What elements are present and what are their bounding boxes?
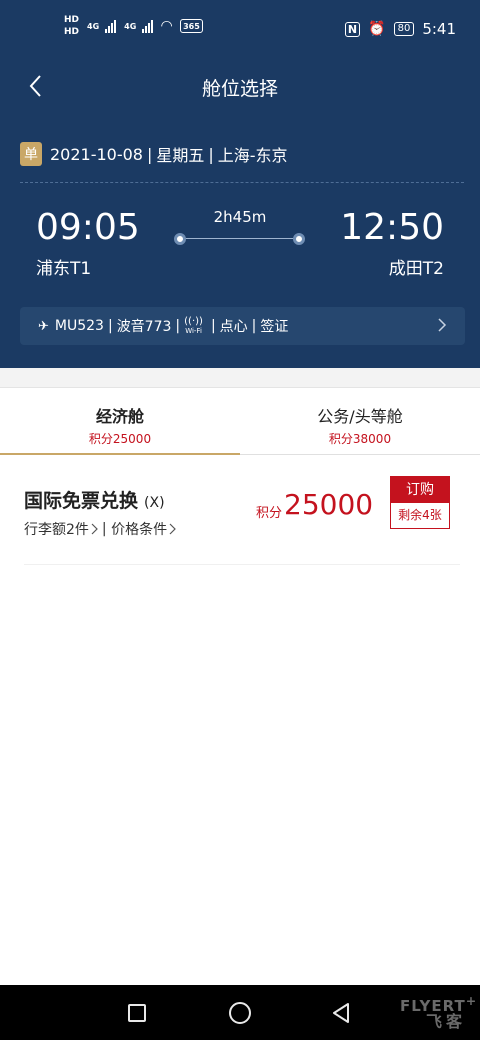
signal-icon (105, 19, 117, 33)
baggage-link[interactable]: 行李额2件 (24, 519, 89, 539)
flight-duration: 2h45m (213, 208, 267, 226)
separator: | (146, 144, 153, 164)
hd-label-1: HD (64, 15, 80, 25)
aircraft-type: 波音773 (116, 319, 172, 335)
flight-number: MU523 (54, 318, 104, 334)
home-button[interactable] (229, 1002, 251, 1024)
hd-label-2: HD (64, 27, 80, 37)
departure-terminal: 浦东T1 (36, 259, 92, 279)
book-button[interactable]: 订购 (391, 477, 449, 503)
separator: | (101, 521, 112, 537)
flight-info-bar[interactable]: ✈ MU523 | 波音773 | ((·)) Wi-Fi | 点心 | 签证 (20, 307, 465, 345)
wifi-service-icon: ((·)) Wi-Fi (184, 315, 203, 335)
tab-business-first[interactable]: 公务/头等舱 积分38000 (240, 389, 480, 455)
arrival-terminal: 成田T2 (388, 259, 444, 279)
meal-info: 点心 (219, 319, 248, 335)
points-value: 25000 (284, 488, 374, 521)
tab-economy-points: 积分25000 (88, 432, 152, 446)
separator: | (107, 318, 113, 334)
network-type-1: 4G (87, 21, 100, 31)
wifi-icon: ◠ (161, 18, 173, 34)
arrival-dot (293, 233, 305, 245)
tab-economy-label: 经济舱 (95, 407, 144, 426)
tab-economy[interactable]: 经济舱 积分25000 (0, 389, 240, 455)
cabin-tabs: 经济舱 积分25000 公务/头等舱 积分38000 (0, 389, 480, 455)
departure-time: 09:05 (36, 207, 140, 248)
status-left: HD HD 4G 4G ◠ 365 (64, 14, 203, 38)
watermark-line2: 飞客 (426, 1012, 467, 1031)
row-divider (24, 564, 460, 565)
price-conditions-link[interactable]: 价格条件 (111, 519, 167, 539)
fare-title: 国际免票兑换 (X) (24, 486, 165, 513)
status-right: N ⏰ 80 5:41 (344, 20, 456, 38)
visa-info: 签证 (260, 319, 289, 335)
page-title: 舱位选择 (201, 78, 278, 100)
remaining-seats: 剩余4张 (398, 508, 442, 522)
points-label: 积分 (256, 506, 283, 521)
flight-header: HD HD 4G 4G ◠ 365 N ⏰ 80 5:41 舱位选择 单 202… (0, 0, 480, 368)
tab-business-points: 积分38000 (328, 432, 392, 446)
separator: | (251, 318, 257, 334)
recents-button[interactable] (128, 1004, 146, 1022)
tab-business-label: 公务/头等舱 (317, 407, 403, 426)
arrival-time: 12:50 (340, 207, 444, 248)
flight-route: 上海-东京 (217, 146, 288, 165)
hd-indicator: HD HD (64, 14, 79, 38)
fare-links: 行李额2件 | 价格条件 (24, 519, 180, 539)
nfc-icon: N (344, 21, 361, 37)
clock: 5:41 (422, 20, 456, 38)
nav-bar-top: 舱位选择 (0, 62, 480, 110)
status-bar: HD HD 4G 4G ◠ 365 N ⏰ 80 5:41 (0, 0, 480, 58)
date-row: 单 2021-10-08 | 星期五 | 上海-东京 (20, 142, 288, 166)
back-triangle-icon[interactable] (331, 1002, 351, 1024)
one-way-badge: 单 (20, 142, 42, 166)
section-divider (0, 368, 480, 388)
separator: | (210, 318, 216, 334)
system-nav-bar: FLYERT+ 飞客 (0, 985, 480, 1040)
route-line (180, 238, 300, 239)
book-box: 订购 剩余4张 (390, 476, 450, 529)
separator: | (175, 318, 181, 334)
calendar-badge-icon: 365 (180, 19, 203, 33)
airline-logo-icon: ✈ (38, 318, 49, 334)
dashed-divider (20, 182, 464, 183)
flight-weekday: 星期五 (156, 146, 205, 165)
chevron-right-icon (438, 318, 447, 332)
battery-icon: 80 (393, 22, 415, 36)
flight-date: 2021-10-08 (50, 144, 143, 164)
wifi-service-label: Wi-Fi (185, 326, 202, 335)
fare-class-code: (X) (144, 495, 165, 511)
signal-icon-2 (142, 19, 154, 33)
separator: | (208, 144, 214, 164)
watermark-logo: FLYERT+ 飞客 (400, 993, 478, 1031)
fare-name: 国际免票兑换 (24, 490, 139, 512)
departure-dot (174, 233, 186, 245)
alarm-icon: ⏰ (368, 21, 386, 37)
network-type-2: 4G (124, 21, 137, 31)
chevron-right-icon (91, 523, 98, 535)
chevron-right-icon (169, 523, 176, 535)
